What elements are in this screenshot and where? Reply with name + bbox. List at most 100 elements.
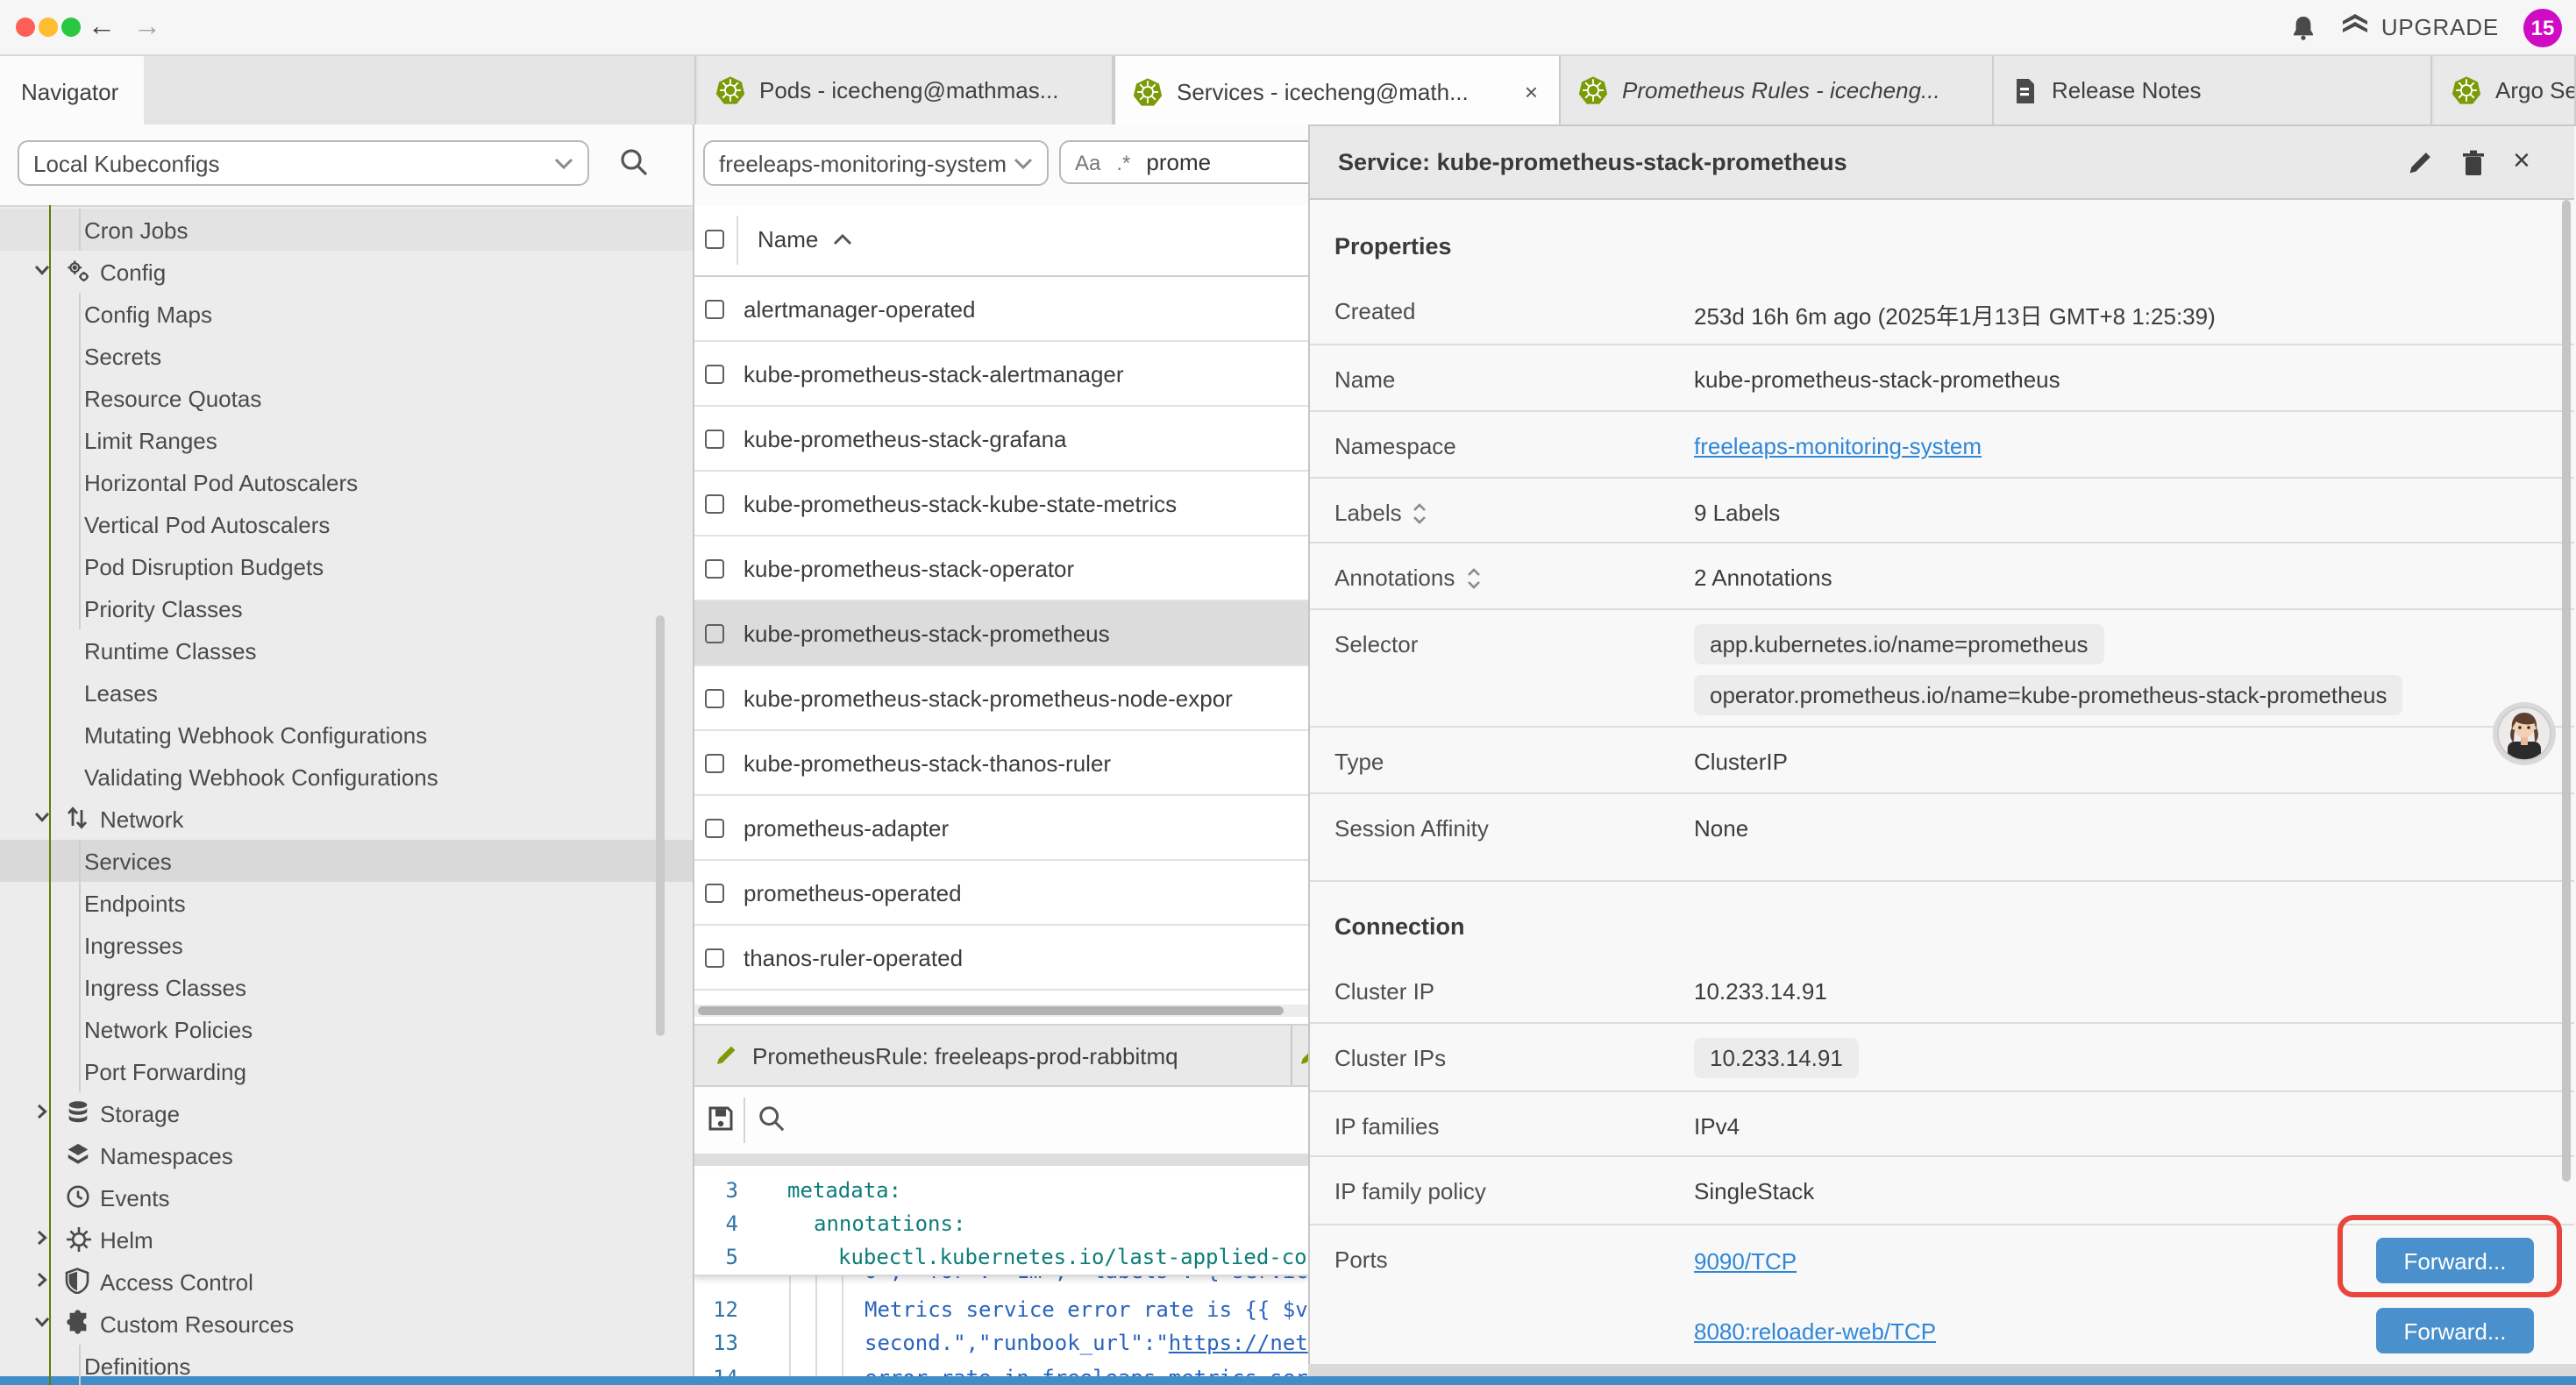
sidebar-item-pod-disruption-budgets[interactable]: Pod Disruption Budgets (0, 545, 693, 587)
table-row[interactable]: prometheus-adapter (694, 796, 1308, 861)
sidebar-item-endpoints[interactable]: Endpoints (0, 882, 693, 924)
bell-icon[interactable] (2290, 13, 2316, 41)
table-search-input[interactable]: Aa .* prome (1059, 140, 1308, 184)
tree-indent-guide (79, 1345, 81, 1385)
close-window-button[interactable] (16, 18, 35, 37)
sidebar-item-custom-resources[interactable]: Custom Resources (0, 1303, 693, 1345)
expander-icon[interactable] (1465, 567, 1481, 588)
namespace-link[interactable]: freeleaps-monitoring-system (1694, 433, 1982, 459)
back-icon[interactable]: ← (88, 0, 116, 54)
row-checkbox[interactable] (705, 494, 724, 513)
sidebar-item-vertical-pod-autoscalers[interactable]: Vertical Pod Autoscalers (0, 503, 693, 545)
chevron-down-icon[interactable] (33, 808, 51, 826)
table-row[interactable]: kube-prometheus-stack-grafana (694, 407, 1308, 472)
table-row[interactable]: kube-prometheus-stack-alertmanager (694, 342, 1308, 407)
user-avatar[interactable] (2492, 701, 2557, 766)
sidebar-item-secrets[interactable]: Secrets (0, 335, 693, 377)
sidebar-item-services[interactable]: Services (0, 840, 693, 882)
sidebar-item-port-forwarding[interactable]: Port Forwarding (0, 1050, 693, 1092)
match-case-toggle[interactable]: Aa (1075, 150, 1100, 174)
sidebar-item-priority-classes[interactable]: Priority Classes (0, 587, 693, 629)
sidebar-item-storage[interactable]: Storage (0, 1092, 693, 1134)
sidebar-item-network-policies[interactable]: Network Policies (0, 1008, 693, 1050)
sidebar-item-ingresses[interactable]: Ingresses (0, 924, 693, 966)
table-row[interactable]: kube-prometheus-stack-prometheus-node-ex… (694, 666, 1308, 731)
sidebar-item-network[interactable]: Network (0, 798, 693, 840)
row-checkbox[interactable] (705, 818, 724, 837)
sidebar-item-access-control[interactable]: Access Control (0, 1261, 693, 1303)
table-horizontal-scrollbar[interactable] (694, 1005, 1308, 1017)
sidebar-search-icon[interactable] (619, 147, 649, 177)
sidebar-item-validating-webhook-configurations[interactable]: Validating Webhook Configurations (0, 756, 693, 798)
table-row[interactable]: kube-prometheus-stack-thanos-ruler (694, 731, 1308, 796)
chevron-right-icon[interactable] (33, 1229, 51, 1246)
tab-release[interactable]: Release Notes (1994, 56, 2432, 124)
table-row[interactable]: kube-prometheus-stack-operator (694, 536, 1308, 601)
tab-argo[interactable]: Argo Se (2434, 56, 2576, 124)
tab-navigator[interactable]: Navigator (0, 56, 144, 126)
yaml-editor[interactable]: 3 metadata: 4 annotations: 5 kubectl.kub… (694, 1166, 1308, 1385)
table-row[interactable]: kube-prometheus-stack-kube-state-metrics (694, 472, 1308, 536)
sidebar-item-resource-quotas[interactable]: Resource Quotas (0, 377, 693, 419)
forward-button[interactable]: Forward... (2376, 1308, 2534, 1353)
detail-label: Ports (1334, 1225, 1694, 1273)
column-header-name[interactable]: Name (758, 226, 851, 252)
select-all-checkbox[interactable] (705, 230, 724, 249)
tab-label: Services - icecheng@math... (1177, 78, 1469, 104)
editor-search-icon[interactable] (758, 1104, 786, 1133)
chevron-right-icon[interactable] (33, 1271, 51, 1289)
namespace-select[interactable]: freeleaps-monitoring-system (703, 140, 1049, 186)
drawer-scrollbar[interactable] (2562, 200, 2571, 1182)
expander-icon[interactable] (1413, 502, 1428, 523)
editor-tab-prometheusrule[interactable]: PrometheusRule: freeleaps-prod-rabbitmq (694, 1026, 1292, 1085)
sidebar-item-cron-jobs[interactable]: Cron Jobs (0, 209, 693, 251)
row-checkbox[interactable] (705, 623, 724, 643)
upgrade-button[interactable]: UPGRADE (2341, 14, 2499, 40)
delete-trash-icon[interactable] (2460, 149, 2487, 177)
tab-pods[interactable]: Pods - icecheng@mathmas... (698, 56, 1114, 124)
row-checkbox[interactable] (705, 753, 724, 772)
zoom-window-button[interactable] (61, 18, 81, 37)
service-name: kube-prometheus-stack-thanos-ruler (744, 749, 1111, 776)
tab-services[interactable]: Services - icecheng@math... × (1114, 56, 1561, 126)
notification-count-badge[interactable]: 15 (2523, 8, 2562, 46)
chevron-down-icon[interactable] (33, 261, 51, 279)
row-checkbox[interactable] (705, 364, 724, 383)
row-checkbox[interactable] (705, 558, 724, 578)
chevron-down-icon[interactable] (33, 1313, 51, 1331)
kubeconfig-select[interactable]: Local Kubeconfigs (18, 140, 589, 186)
port-link[interactable]: 8080:reloader-web/TCP (1694, 1318, 1936, 1344)
save-icon[interactable] (707, 1104, 735, 1133)
sidebar-item-limit-ranges[interactable]: Limit Ranges (0, 419, 693, 461)
sidebar-item-leases[interactable]: Leases (0, 671, 693, 714)
sidebar-item-helm[interactable]: Helm (0, 1218, 693, 1261)
chevron-right-icon[interactable] (33, 1103, 51, 1120)
sidebar-item-namespaces[interactable]: Namespaces (0, 1134, 693, 1176)
close-icon[interactable]: × (2513, 146, 2530, 175)
sidebar-scrollbar[interactable] (656, 615, 665, 1036)
sidebar-item-config-maps[interactable]: Config Maps (0, 293, 693, 335)
regex-toggle[interactable]: .* (1116, 150, 1130, 174)
minimize-window-button[interactable] (39, 18, 58, 37)
table-row[interactable]: alertmanager-operated (694, 277, 1308, 342)
sidebar-item-horizontal-pod-autoscalers[interactable]: Horizontal Pod Autoscalers (0, 461, 693, 503)
code-link[interactable]: https://net (1169, 1331, 1308, 1355)
row-checkbox[interactable] (705, 688, 724, 707)
row-checkbox[interactable] (705, 883, 724, 902)
sidebar-item-events[interactable]: Events (0, 1176, 693, 1218)
sidebar-item-mutating-webhook-configurations[interactable]: Mutating Webhook Configurations (0, 714, 693, 756)
table-row[interactable]: thanos-ruler-operated (694, 926, 1308, 991)
sidebar-item-ingress-classes[interactable]: Ingress Classes (0, 966, 693, 1008)
close-tab-icon[interactable]: × (1521, 78, 1541, 104)
detail-row-ip-families: IP familiesIPv4 (1310, 1092, 2574, 1157)
row-checkbox[interactable] (705, 948, 724, 967)
table-row[interactable]: kube-prometheus-stack-prometheus (694, 601, 1308, 666)
port-link[interactable]: 9090/TCP (1694, 1247, 1797, 1274)
sidebar-item-config[interactable]: Config (0, 251, 693, 293)
edit-pencil-icon[interactable] (2406, 149, 2434, 177)
row-checkbox[interactable] (705, 299, 724, 318)
sidebar-item-runtime-classes[interactable]: Runtime Classes (0, 629, 693, 671)
row-checkbox[interactable] (705, 429, 724, 448)
table-row[interactable]: prometheus-operated (694, 861, 1308, 926)
tab-prometheus[interactable]: Prometheus Rules - icecheng... (1561, 56, 1994, 124)
